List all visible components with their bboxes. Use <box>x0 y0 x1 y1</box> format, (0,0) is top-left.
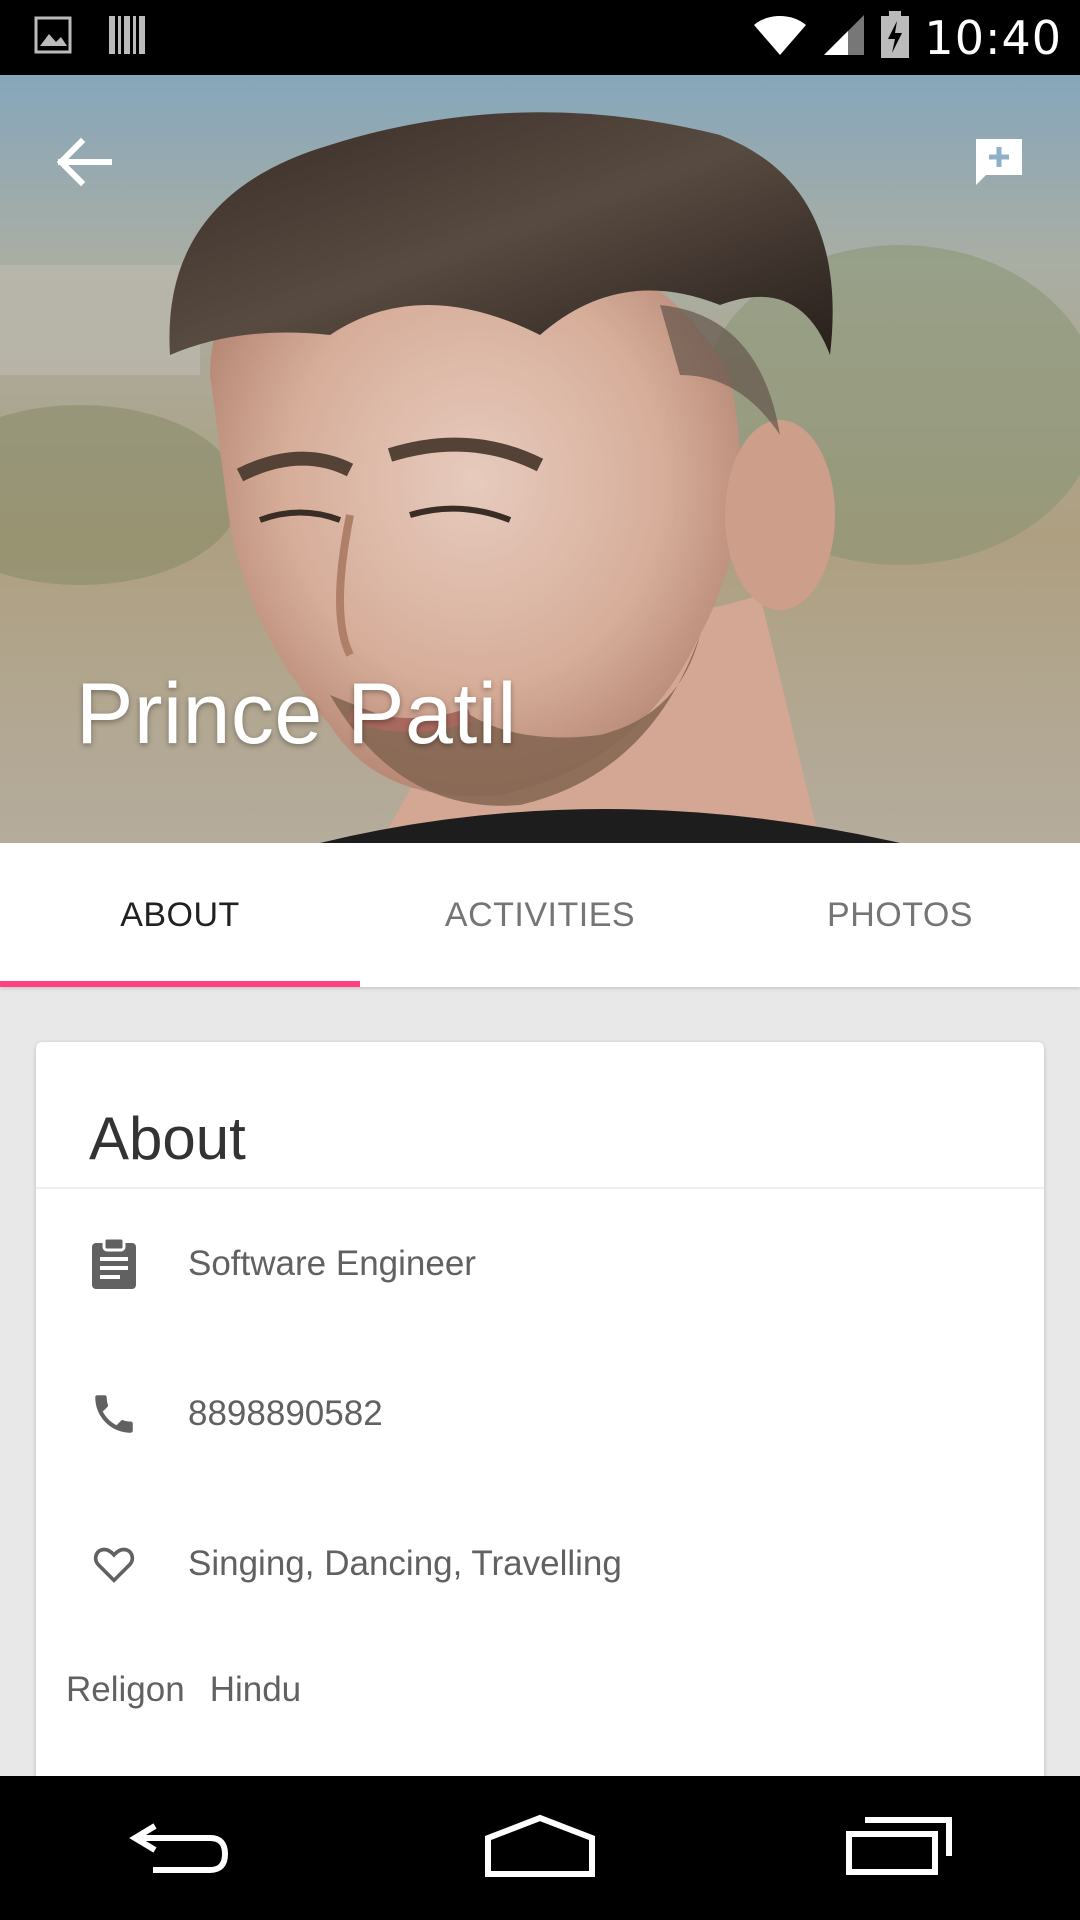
clock: 10:40 <box>924 10 1062 65</box>
nav-back-icon <box>125 1816 235 1881</box>
clipboard-icon <box>84 1234 144 1294</box>
phone-icon <box>84 1384 144 1444</box>
nav-recents-icon <box>845 1816 955 1881</box>
barcode-icon <box>108 14 146 61</box>
occupation-text: Software Engineer <box>188 1244 476 1283</box>
tab-about[interactable]: ABOUT <box>0 843 360 987</box>
about-card: About Software Engineer 8898890582 Singi… <box>36 1042 1044 1882</box>
occupation-row: Software Engineer <box>36 1214 1044 1314</box>
arrow-back-icon <box>56 137 113 192</box>
tab-photos[interactable]: PHOTOS <box>720 843 1080 987</box>
wifi-icon <box>752 13 808 62</box>
back-button[interactable] <box>40 119 130 209</box>
card-divider <box>36 1187 1044 1189</box>
profile-tabs: ABOUT ACTIVITIES PHOTOS <box>0 843 1080 987</box>
heart-outline-icon <box>84 1534 144 1594</box>
religion-row: Religon Hindu <box>66 1670 301 1710</box>
nav-home-button[interactable] <box>470 1803 610 1893</box>
status-bar: 10:40 <box>0 0 1080 75</box>
nav-back-button[interactable] <box>110 1803 250 1893</box>
card-title: About <box>89 1105 246 1172</box>
religion-value: Hindu <box>209 1670 302 1709</box>
system-navigation-bar <box>0 1776 1080 1920</box>
interests-row: Singing, Dancing, Travelling <box>36 1514 1044 1614</box>
add-comment-icon <box>974 137 1024 192</box>
signal-icon <box>822 13 866 62</box>
profile-name: Prince Patil <box>76 666 517 762</box>
phone-row[interactable]: 8898890582 <box>36 1364 1044 1464</box>
add-message-button[interactable] <box>954 119 1044 209</box>
tab-activities[interactable]: ACTIVITIES <box>360 843 720 987</box>
interests-text: Singing, Dancing, Travelling <box>188 1544 622 1583</box>
battery-charging-icon <box>880 11 910 64</box>
profile-cover-photo: Prince Patil <box>0 75 1080 843</box>
phone-number: 8898890582 <box>188 1394 383 1433</box>
image-icon <box>34 16 72 59</box>
profile-screen: 10:40 Prince Patil ABOUT ACTIVITIES PHOT… <box>0 0 1080 1920</box>
app-bar <box>0 75 1080 245</box>
religion-label: Religon <box>66 1670 185 1709</box>
nav-home-icon <box>484 1814 596 1883</box>
nav-recents-button[interactable] <box>830 1803 970 1893</box>
